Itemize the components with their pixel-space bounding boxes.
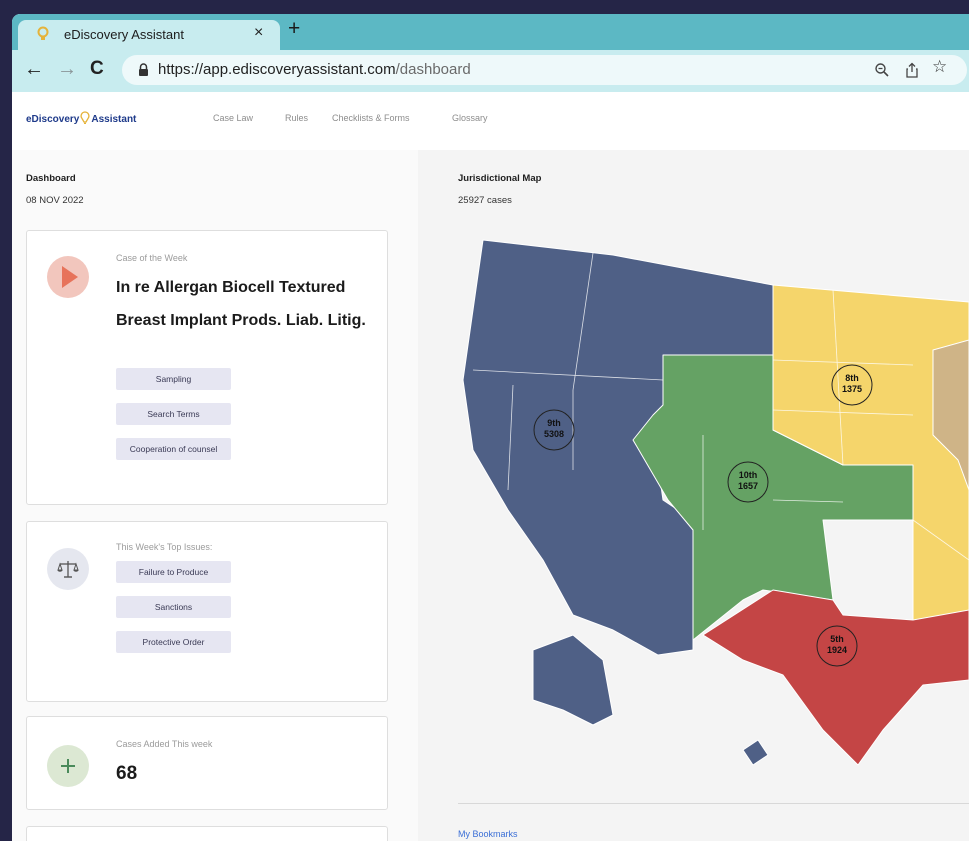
circuit-5th-count: 1924 — [827, 645, 847, 655]
dashboard-title: Dashboard — [26, 173, 76, 184]
cases-added-label: Cases Added This week — [116, 739, 213, 749]
top-issues-card: This Week's Top Issues: Failure to Produ… — [26, 521, 388, 702]
circuit-5th-name: 5th — [830, 634, 844, 644]
map-column: Jurisdictional Map 25927 cases 9th 5308 … — [418, 150, 969, 841]
app-page: eDiscovery Assistant Case Law Rules Check… — [12, 92, 969, 841]
jurisdictional-map[interactable]: 9th 5308 10th 1657 8th 1375 5th 1924 — [453, 230, 969, 770]
zoom-icon[interactable] — [874, 62, 890, 83]
tag-chip[interactable]: Search Terms — [116, 403, 231, 425]
tab-bar: eDiscovery Assistant × + — [12, 14, 969, 50]
browser-window: eDiscovery Assistant × + ← → C https://a… — [12, 14, 969, 841]
forward-icon[interactable]: → — [57, 58, 77, 81]
lock-icon — [138, 63, 149, 81]
nav-checklists-forms[interactable]: Checklists & Forms — [332, 113, 410, 123]
my-bookmarks-link[interactable]: My Bookmarks — [458, 829, 518, 839]
lightbulb-icon — [36, 26, 50, 47]
browser-tab[interactable]: eDiscovery Assistant × — [18, 20, 280, 50]
map-case-count: 25927 cases — [458, 195, 512, 206]
case-of-week-label: Case of the Week — [116, 253, 188, 263]
cases-added-card: Cases Added This week 68 — [26, 716, 388, 810]
dashboard-column: Dashboard 08 NOV 2022 Case of the Week I… — [12, 150, 418, 841]
circuit-8th-name: 8th — [845, 373, 859, 383]
scales-icon — [47, 548, 89, 590]
url-host: https://app.ediscoveryassistant.com — [158, 61, 396, 78]
tag-chip[interactable]: Sampling — [116, 368, 231, 390]
issue-chip[interactable]: Protective Order — [116, 631, 231, 653]
address-bar-area: ← → C https://app.ediscoveryassistant.co… — [12, 50, 969, 92]
nav-glossary[interactable]: Glossary — [452, 113, 488, 123]
circuit-9th-count: 5308 — [544, 429, 564, 439]
region-alaska[interactable] — [532, 634, 614, 726]
case-title[interactable]: In re Allergan Biocell Textured Breast I… — [116, 271, 366, 337]
tab-close-button[interactable]: × — [254, 24, 263, 42]
top-navigation: eDiscovery Assistant Case Law Rules Check… — [12, 92, 969, 150]
map-title: Jurisdictional Map — [458, 173, 542, 184]
nav-case-law[interactable]: Case Law — [213, 113, 253, 123]
nav-rules[interactable]: Rules — [285, 113, 308, 123]
cases-added-count: 68 — [116, 763, 138, 784]
url-path: /dashboard — [395, 61, 471, 78]
tag-chip[interactable]: Cooperation of counsel — [116, 438, 231, 460]
circuit-8th-count: 1375 — [842, 384, 862, 394]
logo-bulb-icon — [80, 111, 90, 127]
logo[interactable]: eDiscovery Assistant — [26, 111, 136, 127]
top-issues-label: This Week's Top Issues: — [116, 542, 213, 552]
reload-icon[interactable]: C — [90, 58, 104, 80]
issue-chip[interactable]: Failure to Produce — [116, 561, 231, 583]
circuit-10th-count: 1657 — [738, 481, 758, 491]
next-card — [26, 826, 388, 841]
dashboard-date: 08 NOV 2022 — [26, 195, 84, 206]
plus-icon[interactable] — [47, 745, 89, 787]
logo-text-left: eDiscovery — [26, 114, 80, 125]
divider — [458, 803, 969, 804]
url-field[interactable]: https://app.ediscoveryassistant.com/dash… — [122, 55, 967, 85]
circuit-10th-name: 10th — [739, 470, 758, 480]
star-icon[interactable]: ☆ — [932, 57, 947, 77]
tab-title: eDiscovery Assistant — [64, 27, 184, 42]
new-tab-button[interactable]: + — [288, 17, 300, 41]
case-of-week-card: Case of the Week In re Allergan Biocell … — [26, 230, 388, 505]
circuit-9th-name: 9th — [547, 418, 561, 428]
play-icon[interactable] — [47, 256, 89, 298]
back-icon[interactable]: ← — [24, 58, 44, 81]
region-hawaii[interactable] — [742, 739, 769, 766]
share-icon[interactable] — [905, 62, 919, 83]
url-text: https://app.ediscoveryassistant.com/dash… — [158, 61, 471, 78]
logo-text-right: Assistant — [91, 114, 137, 125]
issue-chip[interactable]: Sanctions — [116, 596, 231, 618]
